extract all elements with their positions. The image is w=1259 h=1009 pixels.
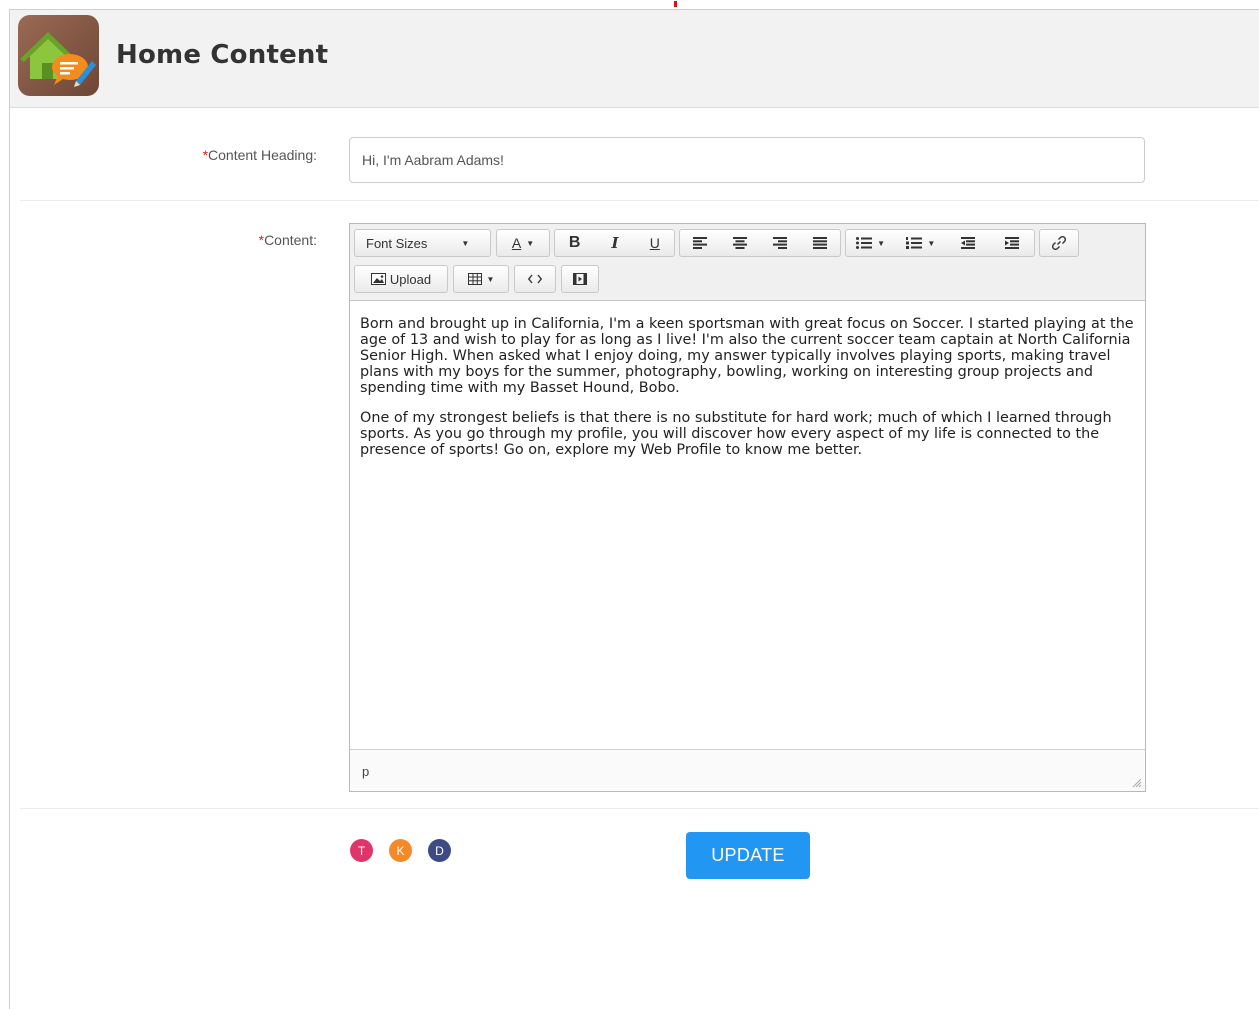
chevron-down-icon: ▼ (877, 238, 886, 248)
numbered-list-button[interactable]: ▼ (895, 230, 945, 256)
bold-button[interactable]: B (555, 230, 594, 256)
media-icon (562, 266, 598, 292)
bullet-list-icon (856, 237, 873, 249)
font-sizes-dropdown[interactable]: Font Sizes ▼ (354, 229, 491, 257)
content-heading-label: *Content Heading: (10, 147, 317, 163)
insert-link-button[interactable] (1039, 229, 1079, 257)
underline-button[interactable]: U (635, 230, 674, 256)
content-heading-input[interactable] (349, 137, 1145, 183)
row-divider (20, 200, 1259, 201)
link-icon (1040, 230, 1078, 256)
row-divider (20, 808, 1259, 809)
page-title: Home Content (116, 40, 329, 70)
content-label-text: Content: (264, 232, 317, 248)
bullet-list-button[interactable]: ▼ (846, 230, 895, 256)
editor-content-area[interactable]: Born and brought up in California, I'm a… (360, 316, 1135, 472)
table-icon (467, 273, 482, 285)
avatar-d[interactable]: D (428, 839, 451, 862)
align-justify-icon (813, 237, 828, 249)
home-chat-edit-icon (18, 15, 99, 96)
indent-icon (1005, 237, 1020, 249)
rich-text-editor: Font Sizes ▼ A ▼ B I U ▼ ▼ Upload ▼ Born… (349, 223, 1146, 792)
editor-toolbar: Font Sizes ▼ A ▼ B I U ▼ ▼ Upload ▼ (350, 224, 1145, 301)
code-icon (515, 266, 555, 292)
alignment-group (679, 229, 841, 257)
content-heading-label-text: Content Heading: (208, 147, 317, 163)
insert-media-button[interactable] (561, 265, 599, 293)
align-center-button[interactable] (719, 230, 759, 256)
chevron-down-icon: ▼ (526, 238, 535, 248)
align-left-button[interactable] (680, 230, 719, 256)
align-right-button[interactable] (760, 230, 800, 256)
text-style-group: B I U (554, 229, 675, 257)
numbered-list-icon (906, 237, 923, 249)
align-left-icon (692, 237, 707, 249)
font-color-button[interactable]: A ▼ (496, 229, 550, 257)
source-code-button[interactable] (514, 265, 556, 293)
resize-handle-icon[interactable] (1132, 778, 1142, 788)
home-content-panel: Home Content *Content Heading: *Content:… (9, 1, 1259, 1009)
chevron-down-icon: ▼ (927, 238, 936, 248)
font-color-icon: A (511, 235, 522, 251)
page-header: Home Content (10, 10, 1259, 108)
editor-statusbar: p (350, 749, 1145, 791)
align-right-icon (773, 237, 788, 249)
upload-image-button[interactable]: Upload (354, 265, 448, 293)
image-icon (370, 273, 386, 285)
indent-button[interactable] (990, 230, 1034, 256)
update-button[interactable]: UPDATE (686, 832, 810, 879)
content-paragraph: One of my strongest beliefs is that ther… (360, 410, 1112, 458)
insert-table-button[interactable]: ▼ (453, 265, 509, 293)
upload-label: Upload (389, 271, 432, 287)
list-group: ▼ ▼ (845, 229, 1035, 257)
italic-button[interactable]: I (594, 230, 634, 256)
chevron-down-icon: ▼ (486, 274, 495, 284)
avatar-k[interactable]: K (389, 839, 412, 862)
chevron-down-icon: ▼ (461, 238, 470, 248)
outdent-icon (961, 237, 976, 249)
align-center-icon (732, 237, 747, 249)
content-label: *Content: (10, 232, 317, 248)
content-paragraph: Born and brought up in California, I'm a… (360, 316, 1134, 396)
top-red-marker (674, 1, 677, 7)
align-justify-button[interactable] (800, 230, 840, 256)
element-path[interactable]: p (362, 764, 369, 779)
font-sizes-label: Font Sizes (366, 235, 428, 251)
avatar-t[interactable]: T (350, 839, 373, 862)
outdent-button[interactable] (945, 230, 989, 256)
